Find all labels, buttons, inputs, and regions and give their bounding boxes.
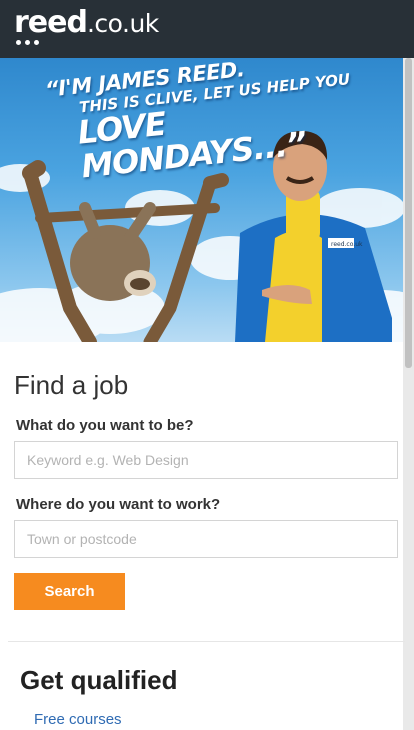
scrollbar-thumb[interactable]: [405, 58, 412, 368]
find-job-title: Find a job: [14, 370, 129, 400]
what-label: What do you want to be?: [16, 417, 194, 434]
page-scrollbar[interactable]: [403, 58, 414, 730]
sloth-figure: [70, 202, 156, 301]
where-label: Where do you want to work?: [16, 496, 221, 513]
keyword-input[interactable]: [14, 441, 398, 479]
hero-banner[interactable]: reed.co.uk “I'M JAMES REED. THIS IS CLIV…: [0, 58, 403, 342]
section-divider: [8, 641, 405, 642]
badge-text: reed.co.uk: [331, 241, 363, 248]
logo-suffix: .co.uk: [86, 9, 159, 38]
search-button[interactable]: Search: [14, 573, 125, 610]
get-qualified-title: Get qualified: [20, 665, 178, 695]
logo-main: reed: [14, 5, 88, 40]
logo-dots-icon: [16, 40, 39, 45]
location-input[interactable]: [14, 520, 398, 558]
free-courses-link[interactable]: Free courses: [34, 711, 122, 728]
site-header: reed .co.uk: [0, 0, 414, 58]
